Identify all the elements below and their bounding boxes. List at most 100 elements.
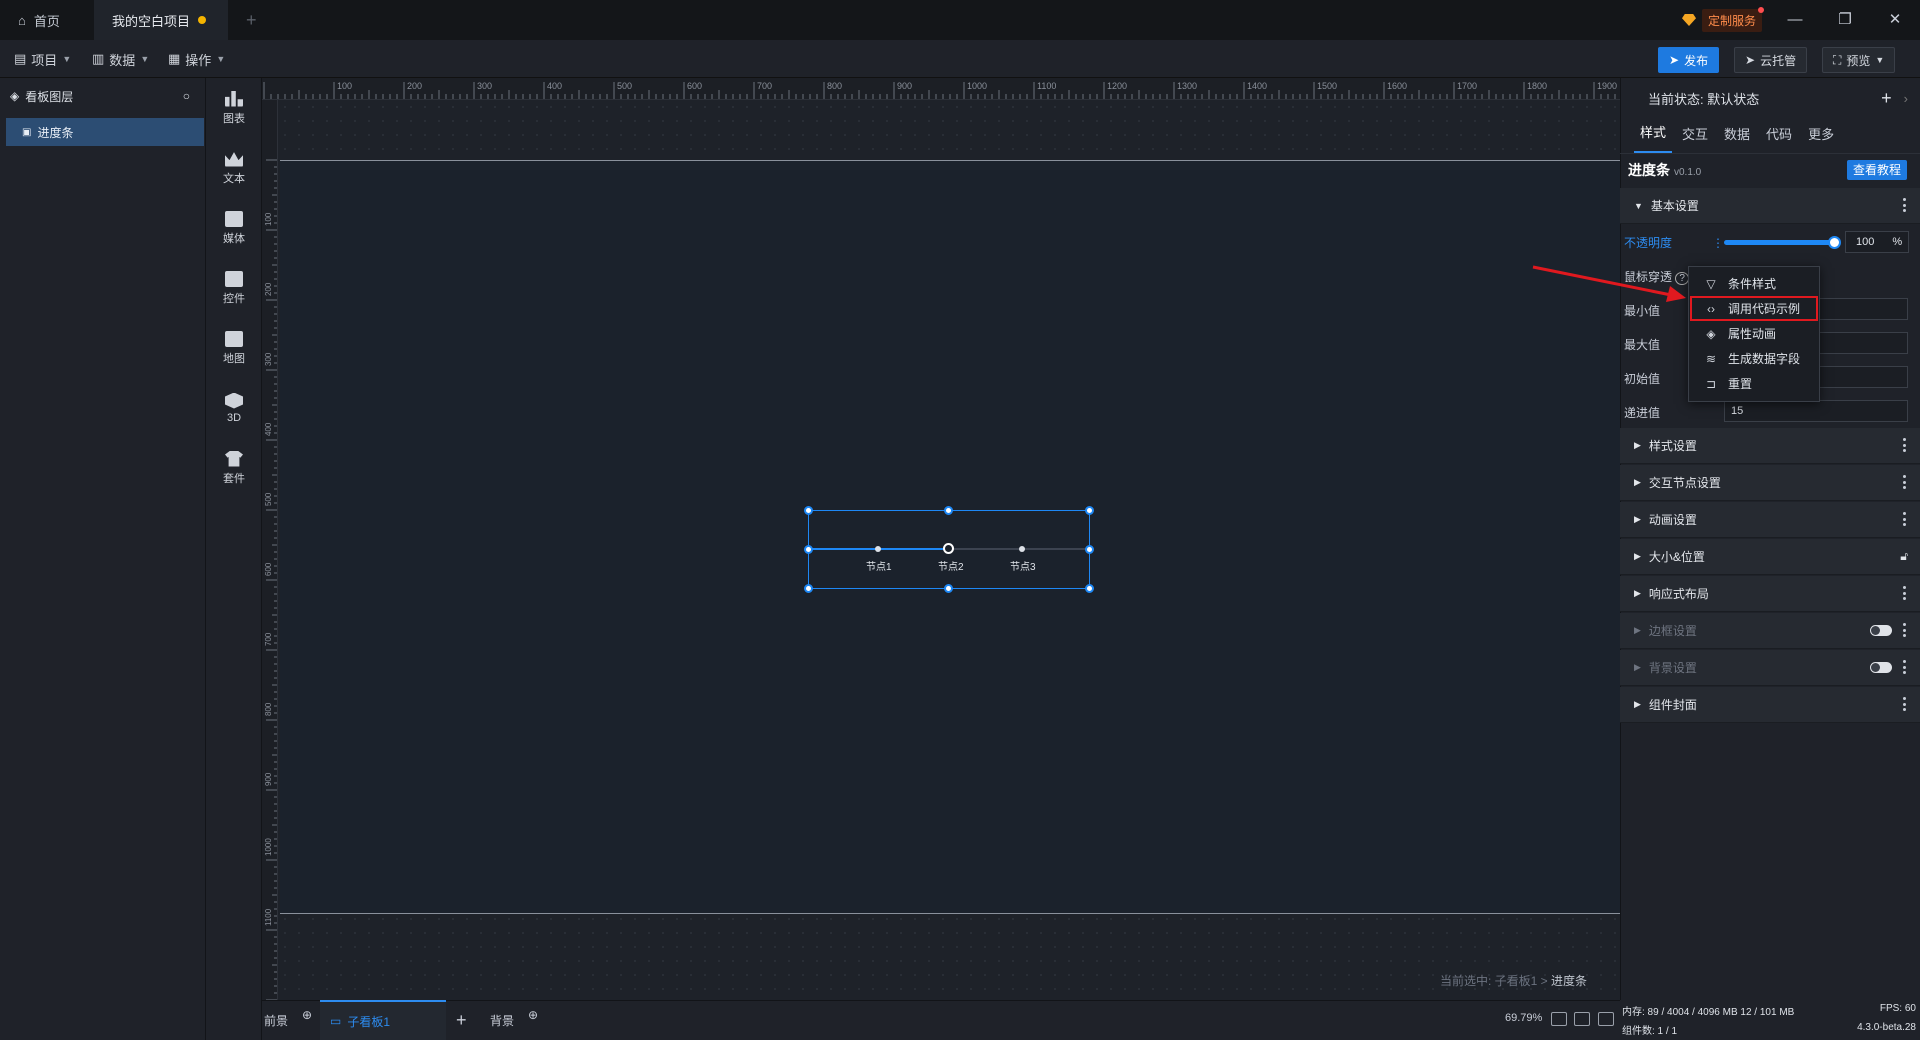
terminal-icon[interactable] (1598, 1012, 1614, 1026)
ruler-label: 700 (757, 81, 772, 91)
cloud-host-button[interactable]: ➤ 云托管 (1734, 47, 1808, 73)
icon-kit[interactable]: 套件 (206, 442, 262, 494)
resize-handle[interactable] (944, 584, 953, 593)
more-icon[interactable] (1903, 697, 1906, 711)
menu-item-generate-field[interactable]: ≋ 生成数据字段 (1704, 346, 1800, 371)
step-input[interactable]: 15 (1724, 400, 1908, 422)
menu-item-property-animation[interactable]: ◈ 属性动画 (1704, 321, 1776, 346)
minimize-button[interactable]: — (1780, 8, 1810, 32)
background-toggle[interactable] (1870, 662, 1892, 673)
section-size-position[interactable]: ▶ 大小&位置 🔓︎ (1620, 539, 1920, 575)
ruler-label: 1300 (1177, 81, 1197, 91)
menu-item-condition-style[interactable]: ▽ 条件样式 (1704, 271, 1776, 296)
section-background[interactable]: ▶ 背景设置 (1620, 650, 1920, 686)
step-label: 递进值 (1624, 406, 1661, 420)
section-animation[interactable]: ▶ 动画设置 (1620, 502, 1920, 538)
tab-foreground[interactable]: 前景 ⊕ (264, 1000, 312, 1040)
tab-more[interactable]: 更多 (1802, 124, 1840, 153)
ruler-label: 200 (264, 282, 273, 296)
publish-button[interactable]: ➤ 发布 (1658, 47, 1720, 73)
more-icon[interactable] (1903, 475, 1906, 489)
resize-handle[interactable] (1085, 506, 1094, 515)
tab-data[interactable]: 数据 (1718, 124, 1756, 153)
icon-map[interactable]: 地图 (206, 322, 262, 374)
menu-data[interactable]: ▥ 数据 ▼ (92, 40, 149, 78)
ruler-label: 500 (264, 492, 273, 506)
zoom-level[interactable]: 69.79% (1505, 1012, 1542, 1024)
add-circle-icon[interactable]: ⊕ (528, 1008, 538, 1022)
preview-button[interactable]: ⛶ 预览 ▼ (1822, 47, 1896, 73)
menu-item-label: 条件样式 (1728, 277, 1777, 291)
more-icon[interactable] (1903, 623, 1906, 637)
resize-handle[interactable] (1085, 545, 1094, 554)
more-icon[interactable] (1903, 660, 1906, 674)
opacity-slider-thumb[interactable] (1828, 236, 1841, 249)
section-label: 大小&位置 (1648, 550, 1705, 564)
tab-home[interactable]: ⌂ 首页 (0, 0, 94, 40)
icon-chart[interactable]: 图表 (206, 82, 262, 134)
section-cover[interactable]: ▶ 组件封面 (1620, 687, 1920, 723)
opacity-more-icon[interactable]: ⋮ (1712, 236, 1724, 250)
section-label: 样式设置 (1648, 439, 1697, 453)
resize-handle[interactable] (1085, 584, 1094, 593)
icon-widget[interactable]: 控件 (206, 262, 262, 314)
add-state-icon[interactable]: + (1881, 88, 1892, 109)
tutorial-button[interactable]: 查看教程 (1847, 160, 1908, 180)
section-label: 交互节点设置 (1648, 476, 1721, 490)
close-button[interactable]: ✕ (1880, 8, 1910, 32)
menu-item-reset[interactable]: ⊐ 重置 (1704, 371, 1752, 396)
icon-media[interactable]: 媒体 (206, 202, 262, 254)
border-toggle[interactable] (1870, 625, 1892, 636)
tab-style[interactable]: 样式 (1634, 122, 1673, 153)
menu-operate[interactable]: ▦ 操作 ▼ (168, 40, 225, 78)
caret-right-icon: ▶ (1634, 477, 1641, 487)
menu-project[interactable]: ▤ 项目 ▼ (14, 40, 71, 78)
progress-node[interactable] (1019, 546, 1025, 552)
progress-node-label: 节点2 (938, 562, 964, 573)
icon-3d[interactable]: 3D (206, 382, 262, 434)
caret-right-icon: ▶ (1634, 588, 1641, 598)
icon-text[interactable]: 文本 (206, 142, 262, 194)
tab-code[interactable]: 代码 (1760, 124, 1798, 153)
caret-right-icon: ▶ (1634, 699, 1641, 709)
ruler-label: 1800 (1527, 81, 1547, 91)
tab-project[interactable]: 我的空白项目 (94, 0, 228, 40)
more-icon[interactable] (1903, 438, 1906, 452)
keyboard-icon[interactable] (1574, 1012, 1590, 1026)
custom-service-button[interactable]: 定制服务 (1682, 6, 1765, 32)
section-border[interactable]: ▶ 边框设置 (1620, 613, 1920, 649)
crown-icon (225, 152, 243, 167)
section-responsive[interactable]: ▶ 响应式布局 (1620, 576, 1920, 612)
more-icon[interactable] (1903, 586, 1906, 600)
search-icon[interactable]: ○ (183, 89, 190, 103)
progress-node[interactable] (875, 546, 881, 552)
resize-handle[interactable] (804, 545, 813, 554)
lock-icon[interactable]: 🔓︎ (1900, 549, 1908, 564)
section-style[interactable]: ▶ 样式设置 (1620, 428, 1920, 464)
progress-node-current[interactable] (943, 543, 954, 554)
tab-subboard[interactable]: ▭ 子看板1 (320, 1000, 446, 1040)
more-icon[interactable] (1903, 512, 1906, 526)
section-interaction-nodes[interactable]: ▶ 交互节点设置 (1620, 465, 1920, 501)
progress-node-label: 节点3 (1010, 562, 1036, 573)
resize-handle[interactable] (804, 506, 813, 515)
tab-background[interactable]: 背景 ⊕ (490, 1000, 538, 1040)
more-icon[interactable] (1903, 198, 1906, 212)
resize-handle[interactable] (944, 506, 953, 515)
layer-item-progress[interactable]: ▣ 进度条 (6, 118, 204, 146)
unsaved-dot-icon (198, 16, 207, 24)
opacity-input[interactable]: 100% (1845, 231, 1909, 253)
add-board-button[interactable]: + (456, 1000, 467, 1040)
tab-interaction[interactable]: 交互 (1676, 124, 1714, 153)
fit-screen-icon[interactable] (1551, 1012, 1567, 1026)
resize-handle[interactable] (804, 584, 813, 593)
restore-button[interactable]: ❐ (1830, 8, 1860, 32)
new-tab-button[interactable]: + (246, 10, 257, 31)
section-basic[interactable]: ▼ 基本设置 (1620, 188, 1920, 224)
opacity-slider[interactable] (1724, 240, 1834, 245)
icon-chart-label: 图表 (223, 112, 245, 125)
menu-item-label: 生成数据字段 (1728, 352, 1801, 366)
add-circle-icon[interactable]: ⊕ (302, 1008, 312, 1022)
tab-background-label: 背景 (490, 1013, 515, 1028)
chevron-right-icon[interactable]: › (1904, 91, 1908, 106)
